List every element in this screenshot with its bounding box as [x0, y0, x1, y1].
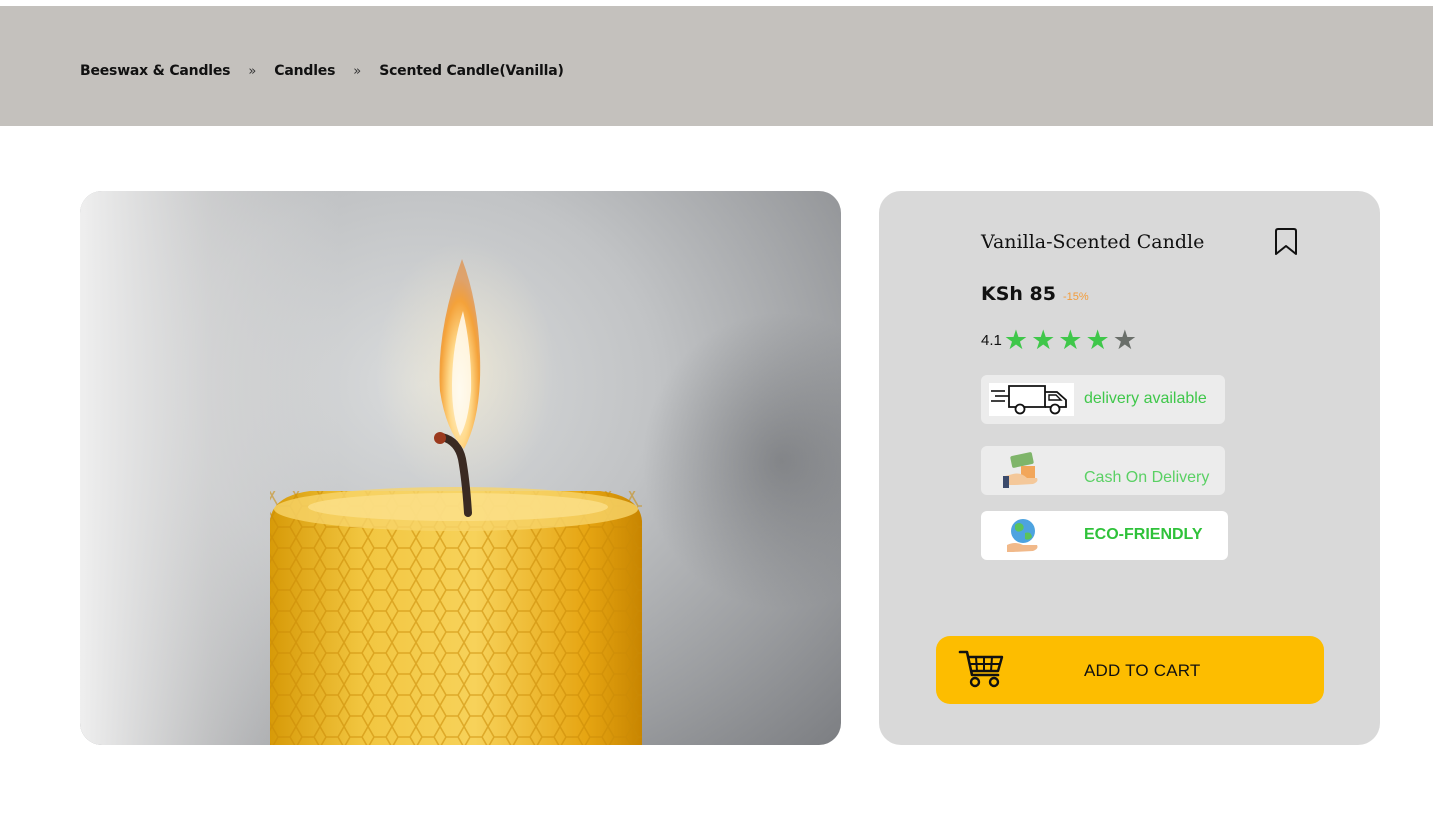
truck-icon [989, 383, 1074, 416]
shopping-cart-icon [958, 650, 1004, 688]
delivery-text: delivery available [1084, 390, 1207, 407]
breadcrumb-current: Scented Candle(Vanilla) [379, 63, 564, 79]
breadcrumb-separator: » [248, 63, 257, 79]
eco-badge: ECO-FRIENDLY [981, 511, 1228, 560]
star-icon: ★ [1058, 325, 1083, 355]
cod-text: Cash On Delivery [1084, 469, 1210, 486]
delivery-badge: delivery available [981, 375, 1225, 424]
breadcrumb: Beeswax & Candles » Candles » Scented Ca… [80, 63, 564, 79]
star-icon: ★ [1085, 325, 1110, 355]
cash-hand-icon [1003, 452, 1038, 488]
breadcrumb-bar: Beeswax & Candles » Candles » Scented Ca… [0, 6, 1433, 126]
bookmark-icon[interactable] [1273, 228, 1299, 256]
product-title: Vanilla-Scented Candle [981, 231, 1205, 253]
breadcrumb-link-candles[interactable]: Candles [274, 63, 335, 79]
rating-value: 4.1 [981, 332, 1002, 349]
candle-illustration [270, 241, 642, 745]
eco-text: ECO-FRIENDLY [1084, 526, 1203, 543]
discount-badge: -15% [1063, 291, 1089, 303]
cod-badge: Cash On Delivery [981, 446, 1225, 495]
star-icon: ★ [1031, 325, 1056, 355]
add-to-cart-button[interactable]: ADD TO CART [936, 636, 1324, 704]
product-price: KSh 85 [981, 283, 1056, 305]
product-image [80, 191, 841, 745]
rating-row: 4.1 ★ ★ ★ ★ ★ [981, 327, 1140, 354]
globe-hand-icon [1007, 519, 1038, 552]
star-icon: ★ [1112, 325, 1137, 355]
add-to-cart-label: ADD TO CART [1084, 661, 1201, 680]
breadcrumb-separator: » [353, 63, 362, 79]
price-row: KSh 85 -15% [981, 283, 1089, 305]
product-info-card: Vanilla-Scented Candle KSh 85 -15% 4.1 ★… [879, 191, 1380, 745]
star-icon: ★ [1003, 325, 1029, 355]
breadcrumb-link-beeswax-candles[interactable]: Beeswax & Candles [80, 63, 231, 79]
